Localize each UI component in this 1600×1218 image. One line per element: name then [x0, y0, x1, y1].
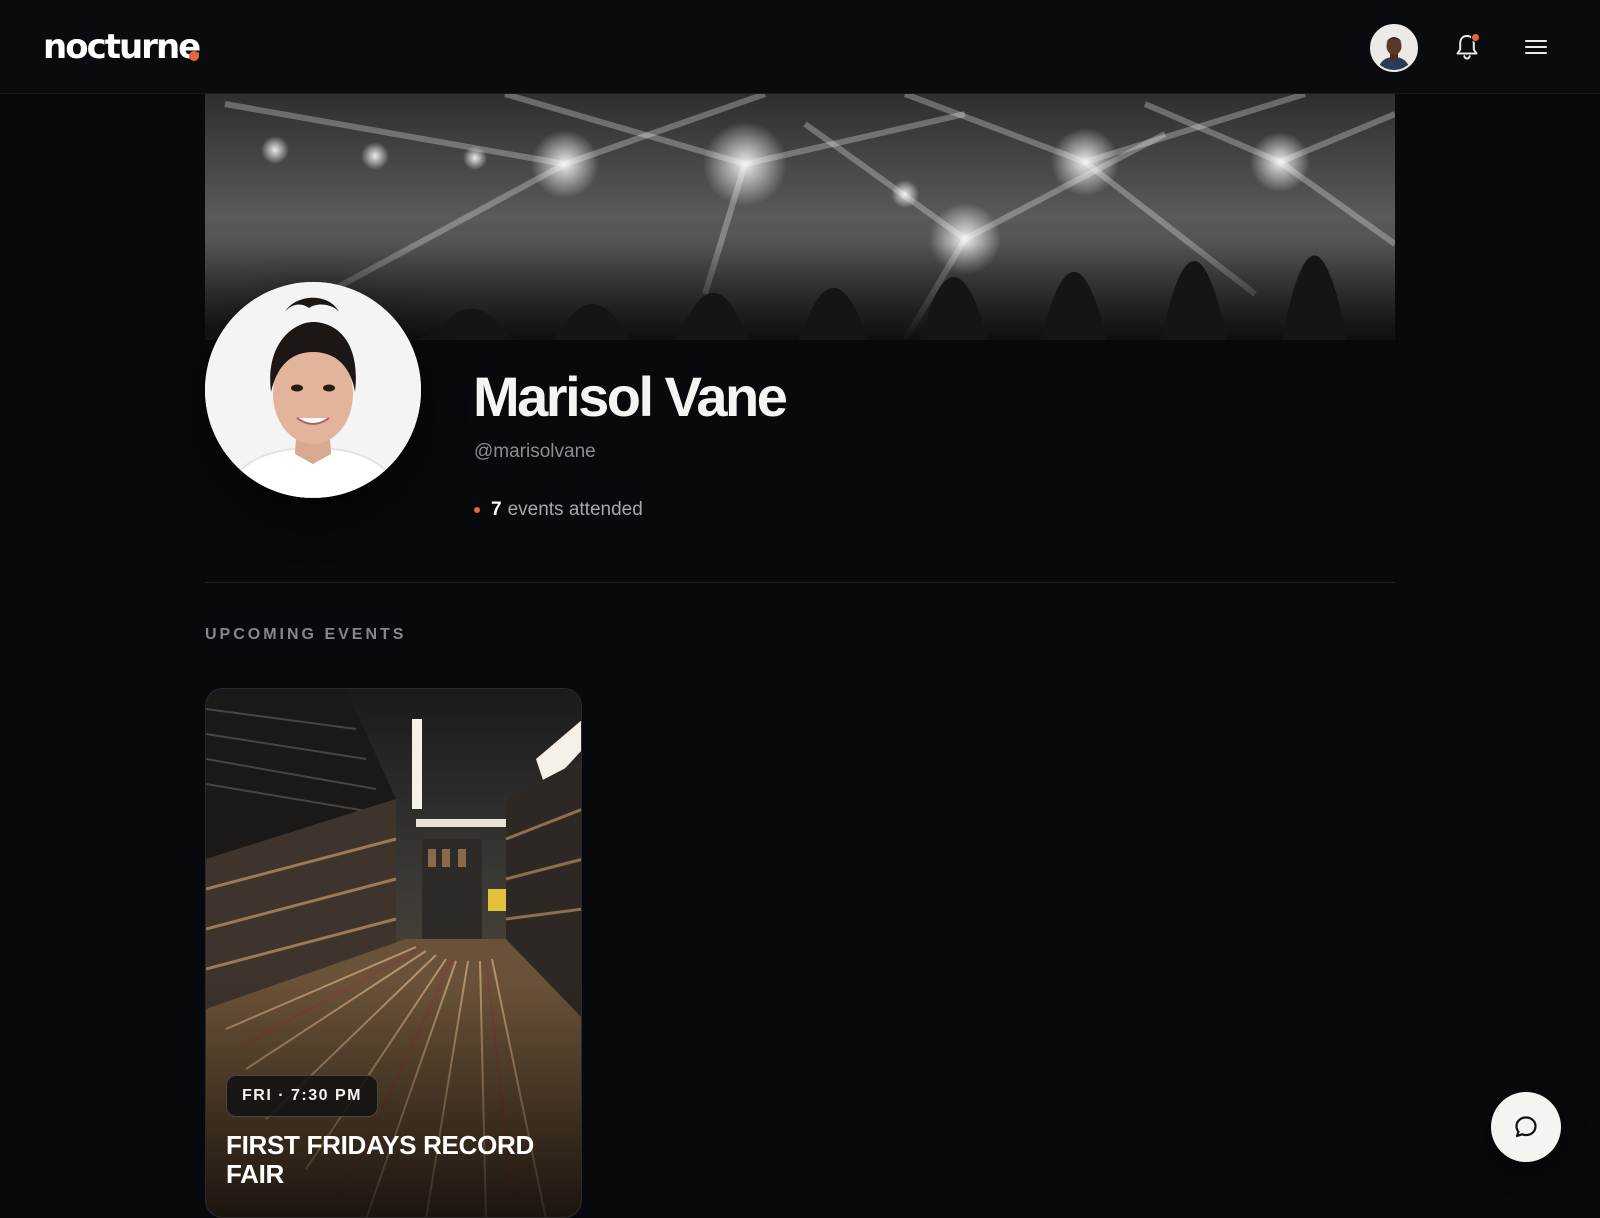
user-avatar-button[interactable]	[1370, 24, 1418, 72]
user-avatar-icon	[1372, 26, 1416, 70]
chat-bubble-icon	[1515, 1116, 1537, 1138]
top-nav-bar: nocturne	[0, 0, 1600, 94]
hamburger-menu-icon[interactable]	[1524, 36, 1548, 58]
stat-bullet-dot	[474, 507, 480, 513]
notification-badge-dot	[1471, 33, 1480, 42]
profile-avatar	[205, 282, 421, 498]
section-divider	[205, 582, 1395, 583]
events-attended-label: events attended	[507, 499, 643, 520]
upcoming-events-heading: UPCOMING EVENTS	[205, 626, 407, 643]
profile-handle: @marisolvane	[474, 441, 596, 462]
events-attended-stat: 7 events attended	[474, 498, 643, 522]
profile-photo	[205, 282, 421, 498]
profile-name: Marisol Vane	[473, 365, 788, 428]
profile-cover-image	[205, 94, 1395, 340]
event-title: FIRST FRIDAYS RECORD FAIR	[226, 1130, 534, 1189]
events-attended-count: 7	[491, 499, 502, 520]
concert-lights-image	[205, 94, 1395, 340]
event-datetime-badge: FRI · 7:30 PM	[226, 1075, 378, 1117]
event-card[interactable]: FRI · 7:30 PM FIRST FRIDAYS RECORD FAIR	[205, 688, 582, 1218]
brand-logo[interactable]: nocturne	[43, 27, 201, 67]
brand-logo-dot	[189, 51, 199, 61]
chat-button[interactable]	[1491, 1092, 1561, 1162]
